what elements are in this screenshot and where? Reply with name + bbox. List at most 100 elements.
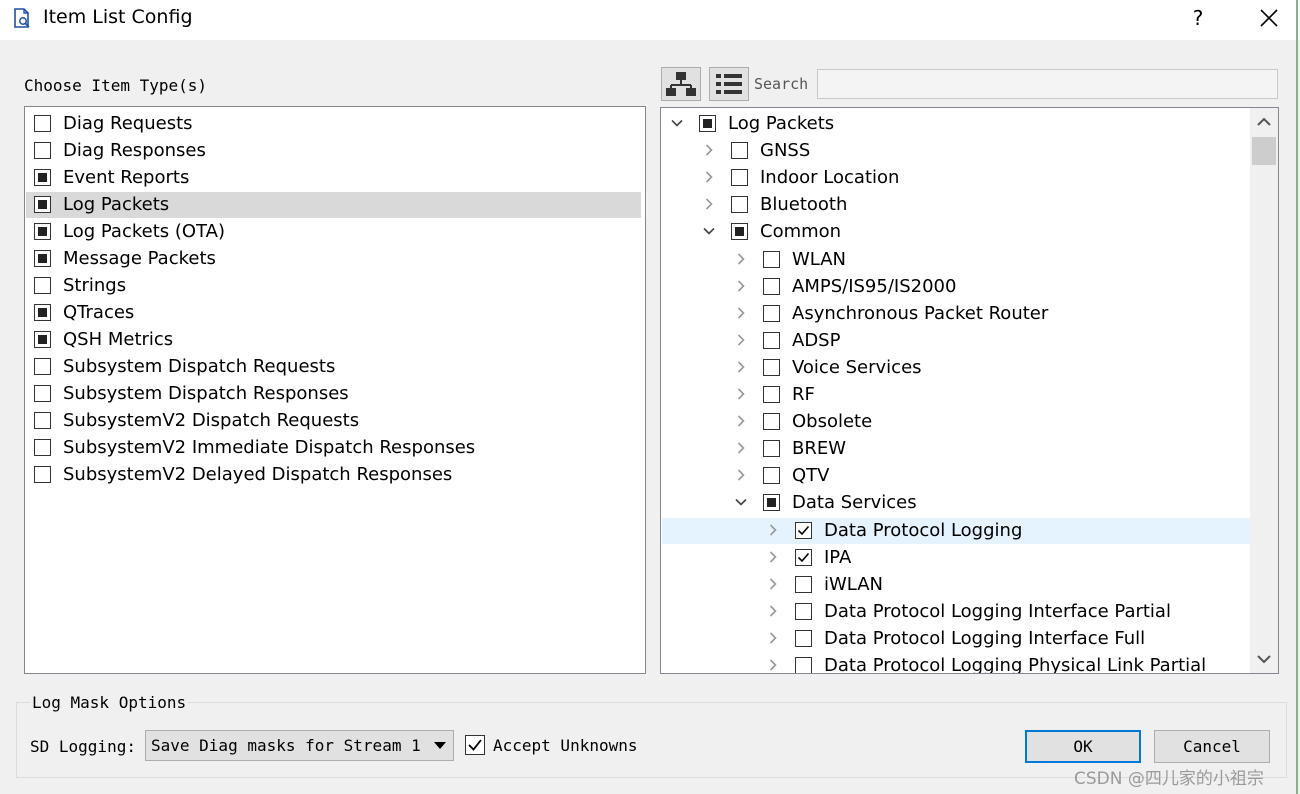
list-item[interactable]: Diag Responses [26, 138, 641, 164]
checkbox[interactable] [34, 412, 51, 429]
chevron-right-icon[interactable] [734, 306, 748, 320]
checkbox[interactable] [795, 602, 812, 620]
tree-view-button[interactable] [661, 67, 701, 101]
list-item[interactable]: QTraces [26, 300, 641, 326]
tree-node[interactable]: BREW [662, 436, 1250, 462]
checkbox[interactable] [763, 386, 780, 403]
list-item[interactable]: Message Packets [26, 246, 641, 272]
checkbox[interactable] [34, 277, 51, 294]
checkbox[interactable] [34, 385, 51, 402]
partial-checkbox[interactable] [731, 223, 748, 241]
chevron-down-icon[interactable] [670, 116, 684, 130]
tree-node[interactable]: GNSS [662, 138, 1250, 164]
tree-node[interactable]: Data Protocol Logging Physical Link Part… [662, 653, 1250, 673]
chevron-right-icon[interactable] [734, 360, 748, 374]
tree-node[interactable]: Bluetooth [662, 192, 1250, 218]
checkbox[interactable] [731, 196, 748, 214]
checkbox[interactable] [763, 304, 780, 322]
tree-node[interactable]: Log Packets [662, 111, 1250, 137]
checkbox[interactable] [763, 440, 780, 458]
cancel-button[interactable]: Cancel [1154, 730, 1270, 763]
tree-node[interactable]: QTV [662, 463, 1250, 489]
checkbox[interactable] [795, 629, 812, 647]
checkbox[interactable] [34, 358, 51, 375]
close-icon[interactable] [1253, 2, 1285, 34]
chevron-right-icon[interactable] [734, 414, 748, 428]
help-button[interactable]: ? [1183, 3, 1213, 33]
tree-node[interactable]: Common [662, 219, 1250, 245]
list-view-button[interactable] [709, 67, 749, 101]
checkbox[interactable] [34, 142, 51, 159]
list-item[interactable]: SubsystemV2 Dispatch Requests [26, 408, 641, 434]
checkbox[interactable] [763, 331, 780, 349]
chevron-right-icon[interactable] [734, 333, 748, 347]
scroll-up-icon[interactable] [1250, 108, 1278, 136]
list-item[interactable]: SubsystemV2 Immediate Dispatch Responses [26, 435, 641, 461]
checked-checkbox[interactable] [795, 548, 812, 566]
list-item[interactable]: Strings [26, 273, 641, 299]
tree-node[interactable]: ADSP [662, 328, 1250, 354]
scrollbar-thumb[interactable] [1252, 137, 1276, 165]
chevron-right-icon[interactable] [766, 658, 780, 672]
checked-checkbox[interactable] [795, 521, 812, 539]
list-item[interactable]: Diag Requests [26, 111, 641, 137]
chevron-right-icon[interactable] [766, 577, 780, 591]
partial-checkbox[interactable] [699, 115, 716, 132]
checkbox[interactable] [34, 466, 51, 483]
checkbox[interactable] [763, 277, 780, 295]
accept-unknowns-checkbox[interactable] [465, 735, 485, 755]
ok-button[interactable]: OK [1025, 730, 1141, 763]
checkbox[interactable] [795, 657, 812, 673]
partial-checkbox[interactable] [34, 223, 51, 240]
scroll-down-icon[interactable] [1250, 645, 1278, 673]
chevron-down-icon[interactable] [702, 224, 716, 238]
item-type-list[interactable]: Diag Requests Diag Responses Event Reports… [24, 106, 646, 674]
tree-node[interactable]: RF [662, 382, 1250, 408]
tree-node[interactable]: WLAN [662, 247, 1250, 273]
tree-node[interactable]: Voice Services [662, 355, 1250, 381]
chevron-right-icon[interactable] [734, 279, 748, 293]
list-item[interactable]: SubsystemV2 Delayed Dispatch Responses [26, 462, 641, 488]
checkbox[interactable] [34, 439, 51, 456]
list-item[interactable]: Subsystem Dispatch Responses [26, 381, 641, 407]
tree-node[interactable]: Obsolete [662, 409, 1250, 435]
tree-node[interactable]: Data Protocol Logging Interface Full [662, 626, 1250, 652]
sd-logging-select[interactable]: Save Diag masks for Stream 1 [145, 730, 454, 761]
checkbox[interactable] [763, 413, 780, 431]
log-packets-tree[interactable]: Log Packets GNSS Indoor Location Bluetooth C… [660, 107, 1279, 674]
checkbox[interactable] [731, 169, 748, 187]
tree-node[interactable]: iWLAN [662, 572, 1250, 598]
tree-node[interactable]: Indoor Location [662, 165, 1250, 191]
tree-scrollbar[interactable] [1250, 108, 1278, 673]
list-item[interactable]: Subsystem Dispatch Requests [26, 354, 641, 380]
partial-checkbox[interactable] [763, 494, 780, 512]
checkbox[interactable] [763, 358, 780, 376]
checkbox[interactable] [763, 250, 780, 268]
search-input[interactable] [817, 69, 1278, 99]
tree-node[interactable]: Data Protocol Logging [662, 517, 1250, 544]
list-item[interactable]: Event Reports [26, 165, 641, 191]
tree-node[interactable]: Data Services [662, 490, 1250, 516]
partial-checkbox[interactable] [34, 250, 51, 267]
checkbox[interactable] [763, 467, 780, 485]
partial-checkbox[interactable] [34, 304, 51, 321]
checkbox[interactable] [731, 142, 748, 160]
chevron-right-icon[interactable] [702, 170, 716, 184]
chevron-down-icon[interactable] [734, 495, 748, 509]
list-item[interactable]: Log Packets (OTA) [26, 219, 641, 245]
chevron-right-icon[interactable] [766, 550, 780, 564]
chevron-right-icon[interactable] [766, 604, 780, 618]
chevron-right-icon[interactable] [734, 441, 748, 455]
chevron-right-icon[interactable] [734, 387, 748, 401]
partial-checkbox[interactable] [34, 331, 51, 348]
list-item[interactable]: QSH Metrics [26, 327, 641, 353]
checkbox[interactable] [34, 115, 51, 132]
list-item[interactable]: Log Packets [26, 192, 641, 218]
chevron-right-icon[interactable] [766, 631, 780, 645]
chevron-right-icon[interactable] [702, 143, 716, 157]
chevron-right-icon[interactable] [734, 252, 748, 266]
chevron-right-icon[interactable] [766, 523, 780, 537]
tree-node[interactable]: AMPS/IS95/IS2000 [662, 274, 1250, 300]
chevron-right-icon[interactable] [734, 468, 748, 482]
tree-node[interactable]: IPA [662, 545, 1250, 571]
